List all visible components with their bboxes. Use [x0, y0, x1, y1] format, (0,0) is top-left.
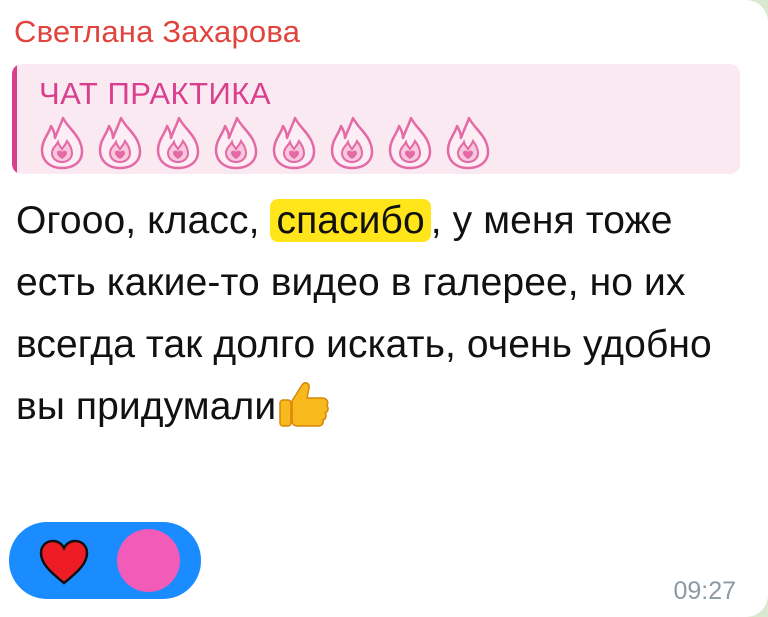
flame-icon	[156, 116, 200, 170]
reply-title: ЧАТ ПРАКТИКА	[39, 76, 272, 111]
flame-icon	[446, 116, 490, 170]
highlighted-word: спасибо	[270, 199, 431, 242]
flame-icon	[388, 116, 432, 170]
flame-icon-row	[39, 116, 491, 170]
flame-icon	[98, 116, 142, 170]
flame-icon	[272, 116, 316, 170]
reactions-pill[interactable]	[9, 522, 201, 599]
reply-quote[interactable]: ЧАТ ПРАКТИКА	[12, 64, 740, 174]
sender-name[interactable]: Светлана Захарова	[14, 14, 300, 50]
message-text: Огооо, класс, спасибо, у меня тоже есть …	[16, 190, 736, 438]
flame-icon	[330, 116, 374, 170]
message-bubble[interactable]: Светлана Захарова ЧАТ ПРАКТИКА Огооо, кл…	[0, 0, 768, 617]
thumbs-up-icon	[279, 382, 330, 427]
flame-icon	[214, 116, 258, 170]
message-time: 09:27	[673, 577, 736, 605]
flame-icon	[40, 116, 84, 170]
heart-icon	[39, 539, 89, 585]
reaction-user-avatar[interactable]	[117, 529, 180, 592]
message-text-before: Огооо, класс,	[16, 199, 271, 242]
reply-accent-bar	[12, 64, 17, 174]
